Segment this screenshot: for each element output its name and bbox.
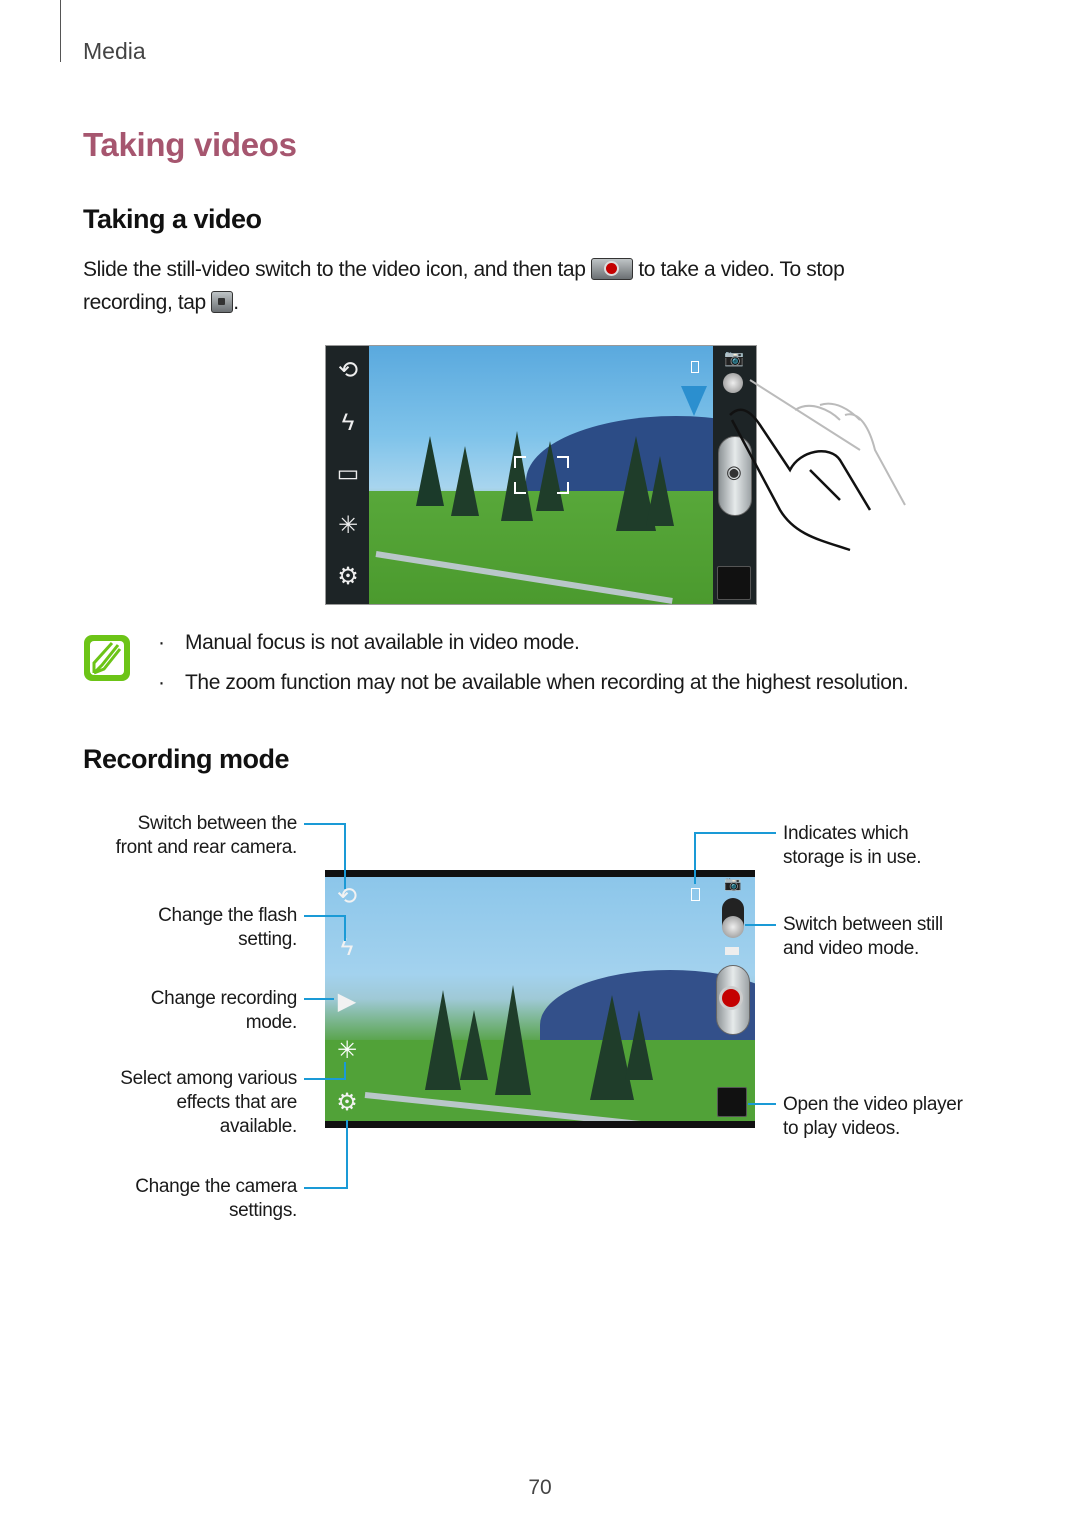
page-title: Taking videos (83, 126, 297, 163)
tree (625, 1010, 653, 1080)
tree (451, 446, 479, 516)
effects-icon[interactable]: ✳ (328, 511, 368, 540)
instruction-text-1: Slide the still-video switch to the vide… (83, 258, 586, 281)
effects-icon[interactable]: ✳ (327, 1036, 367, 1065)
swipe-down-arrow-icon (681, 386, 707, 416)
record-icon (722, 989, 740, 1007)
tree (536, 441, 564, 511)
tree (460, 1010, 488, 1080)
callout-line (304, 823, 346, 825)
callout-line (694, 832, 776, 834)
focus-bracket (514, 456, 526, 468)
note-bullet: · Manual focus is not available in video … (158, 631, 580, 654)
callout-text: effects that are (176, 1092, 297, 1113)
callout-text: settings. (228, 1200, 297, 1221)
meadow (325, 1040, 755, 1121)
callout-text: Change the flash (158, 905, 297, 926)
callout-mode-switch: Switch between still and video mode. (783, 913, 1013, 961)
callout-switch-camera: Switch between the front and rear camera… (80, 812, 298, 860)
camera-mode-icon: 📷 (724, 350, 744, 367)
callout-line (304, 915, 346, 917)
recording-mode-icon[interactable]: ▶ (327, 987, 367, 1016)
callout-line (748, 1103, 776, 1105)
callout-settings: Change the camera settings. (80, 1175, 297, 1223)
section-label: Media (83, 38, 146, 64)
header-rule (60, 0, 61, 62)
callout-recording-mode: Change recording mode. (80, 987, 298, 1035)
callout-storage: Indicates which storage is in use. (783, 822, 1013, 870)
swipe-down-hand-icon (729, 379, 906, 552)
callout-line (344, 915, 346, 941)
callout-flash: Change the flash setting. (80, 904, 297, 952)
page-number: 70 (528, 1476, 552, 1499)
callout-video-player: Open the video player to play videos. (783, 1093, 1013, 1141)
gallery-thumbnail[interactable] (717, 1087, 747, 1117)
tree (646, 456, 674, 526)
note-bullet-text: The zoom function may not be available w… (185, 671, 909, 694)
recording-mode-icon[interactable]: ▭ (328, 459, 368, 488)
instruction-text-3: recording, tap (83, 291, 206, 314)
tree (501, 431, 533, 521)
camera-mode-icon: 📷 (724, 875, 742, 891)
instruction-paragraph: Slide the still-video switch to the vide… (83, 253, 983, 319)
note-pencil-icon (84, 635, 130, 681)
video-mode-icon (725, 947, 739, 955)
instruction-text-2: to take a video. To stop (638, 258, 845, 281)
record-button-icon (590, 258, 633, 280)
heading-recording-mode: Recording mode (83, 744, 290, 774)
callout-text: to play videos. (783, 1118, 900, 1139)
callout-line (304, 998, 334, 1000)
camera-screenshot-still-mode: ⟲ ϟ ▭ ✳ ⚙ 📷 ◉ (325, 345, 757, 605)
storage-phone-icon (691, 361, 699, 373)
callout-text: Indicates which (783, 823, 909, 844)
mode-switch-slider[interactable] (722, 916, 744, 938)
callout-text: Change recording (150, 988, 298, 1009)
note-bullet: · The zoom function may not be available … (158, 671, 909, 694)
callout-text: Open the video player (783, 1094, 963, 1115)
callout-line (745, 924, 776, 926)
callout-text: front and rear camera. (115, 837, 298, 858)
callout-line (694, 832, 696, 884)
callout-effects: Select among various effects that are av… (80, 1067, 297, 1139)
top-bar (325, 870, 755, 877)
stop-button-icon (211, 291, 234, 313)
focus-bracket (557, 456, 569, 468)
callout-text: mode. (245, 1012, 298, 1033)
note-bullet-text: Manual focus is not available in video m… (185, 631, 580, 654)
camera-screenshot-video-mode: ⟲ ϟ ▶ ✳ ⚙ 📷 (325, 870, 755, 1128)
switch-camera-icon[interactable]: ⟲ (327, 882, 367, 911)
callout-text: Change the camera (135, 1176, 297, 1197)
settings-icon[interactable]: ⚙ (327, 1088, 367, 1117)
callout-text: storage is in use. (783, 847, 922, 868)
focus-bracket (557, 482, 569, 494)
callout-line (304, 1078, 346, 1080)
flash-off-icon[interactable]: ϟ (327, 934, 367, 962)
callout-text: setting. (238, 929, 297, 950)
callout-text: Select among various (120, 1068, 297, 1089)
callout-text: available. (219, 1116, 298, 1137)
callout-line (344, 823, 346, 889)
tree (416, 436, 444, 506)
heading-taking-a-video: Taking a video (83, 204, 262, 234)
storage-phone-icon (691, 888, 700, 901)
bottom-bar (325, 1121, 755, 1128)
callout-line (344, 1062, 346, 1080)
callout-text: Switch between still (783, 914, 943, 935)
settings-icon[interactable]: ⚙ (328, 562, 368, 591)
callout-line (346, 1120, 348, 1189)
flash-off-icon[interactable]: ϟ (328, 409, 368, 437)
gallery-thumbnail[interactable] (717, 566, 751, 600)
switch-camera-icon[interactable]: ⟲ (328, 356, 368, 385)
callout-text: and video mode. (783, 938, 919, 959)
instruction-text-4: . (233, 291, 239, 314)
focus-bracket (514, 482, 526, 494)
tree (495, 985, 531, 1095)
callout-line (304, 1187, 348, 1189)
tree (425, 990, 461, 1090)
callout-text: Switch between the (137, 813, 298, 834)
